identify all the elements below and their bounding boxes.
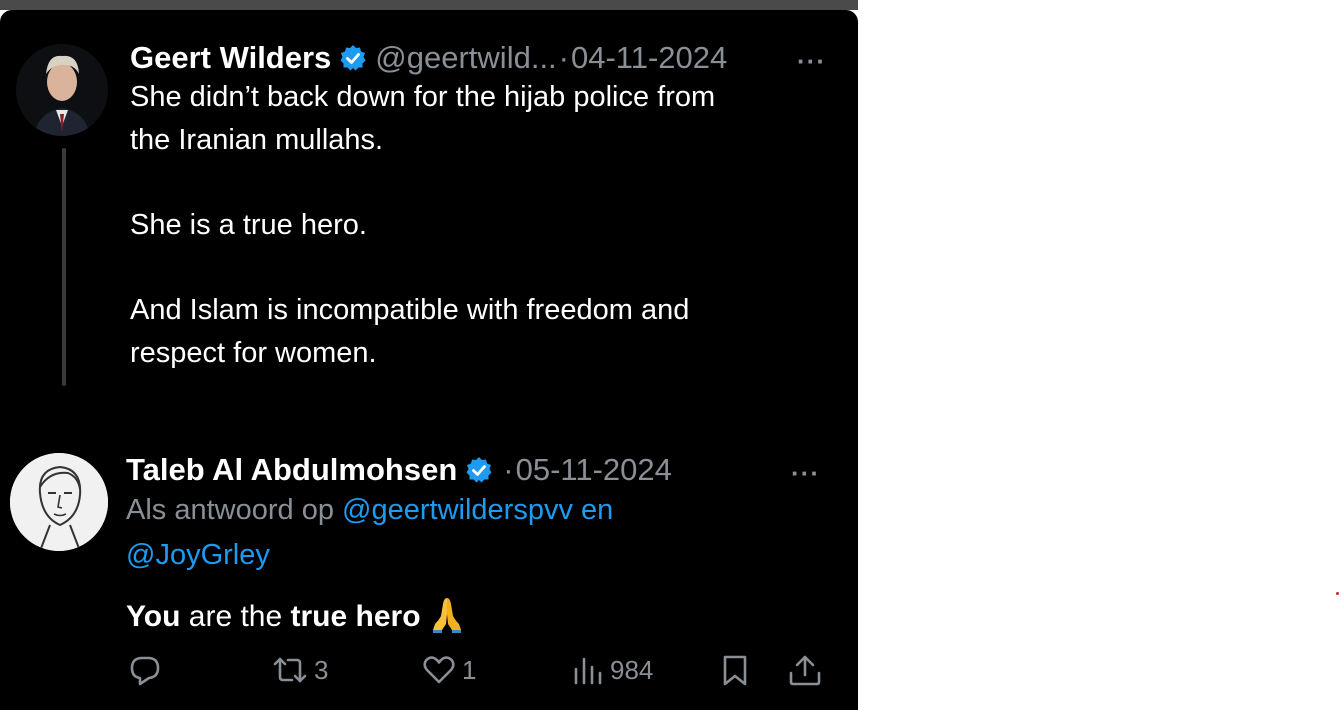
share-icon (789, 655, 821, 686)
decorative-dot (1336, 592, 1339, 595)
reply-context: Als antwoord op @geertwilderspvv en (126, 494, 613, 527)
reply-author-name[interactable]: Taleb Al Abdulmohsen (126, 452, 457, 488)
window-top-strip (0, 0, 858, 10)
tweet-text-line: She is a true hero. (130, 209, 367, 241)
reply-prefix: Als antwoord op (126, 494, 334, 526)
reply-text-bold: You (126, 600, 181, 633)
mention-link[interactable]: @JoyGrley (126, 539, 270, 571)
repost-count: 3 (314, 654, 329, 685)
author-handle[interactable]: @geertwild... (375, 40, 556, 76)
bookmark-icon (723, 655, 747, 686)
reply-text-plain: are the (180, 600, 291, 633)
tweet-text-line: respect for women. (130, 337, 377, 369)
avatar-geert-wilders[interactable] (16, 44, 108, 136)
tweet-card: Geert Wilders @geertwild... · 04-11-2024… (0, 10, 858, 710)
tweet-text-line: She didn’t back down for the hijab polic… (130, 81, 716, 113)
reply-header: Taleb Al Abdulmohsen · 05-11-2024 (126, 448, 672, 492)
avatar-taleb-al-abdulmohsen[interactable] (10, 453, 108, 551)
tweet-text-line: And Islam is incompatible with freedom a… (130, 294, 690, 326)
more-options-icon[interactable]: ··· (791, 458, 820, 489)
repost-button[interactable]: 3 (272, 653, 328, 687)
reply-context: @JoyGrley (126, 539, 270, 572)
folded-hands-icon (427, 594, 467, 634)
like-count: 1 (462, 654, 477, 685)
tweet-date[interactable]: 04-11-2024 (571, 40, 727, 76)
tweet-header: Geert Wilders @geertwild... · 04-11-2024 (130, 36, 727, 80)
share-button[interactable] (787, 653, 823, 687)
verified-badge-icon (465, 456, 493, 484)
mention-link[interactable]: @geertwilderspvv en (342, 494, 613, 526)
reply-icon (130, 656, 160, 686)
header-separator: · (503, 452, 514, 487)
reply-date[interactable]: 05-11-2024 (516, 452, 672, 488)
header-separator: · (558, 40, 569, 75)
views-icon (574, 657, 602, 685)
bookmark-button[interactable] (719, 653, 751, 687)
heart-icon (423, 656, 455, 684)
thread-connector-line (62, 148, 66, 386)
author-name[interactable]: Geert Wilders (130, 40, 331, 76)
verified-badge-icon (339, 44, 367, 72)
reply-text: You are the true hero (126, 594, 467, 634)
reply-text-bold: true hero (290, 600, 421, 633)
more-options-icon[interactable]: ··· (797, 46, 826, 77)
tweet-text-line: the Iranian mullahs. (130, 124, 384, 156)
reply-button[interactable] (128, 653, 162, 687)
repost-icon (273, 657, 307, 683)
like-button[interactable]: 1 (422, 653, 476, 687)
views-button[interactable]: 984 (572, 653, 653, 687)
view-count: 984 (610, 654, 654, 685)
